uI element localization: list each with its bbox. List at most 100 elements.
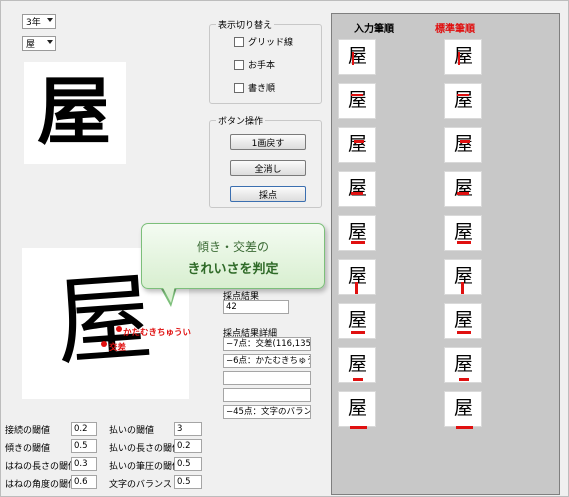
undo-stroke-button[interactable]: 1画戻す [230,134,306,150]
thumb-kanji: 屋 [454,45,474,67]
threshold-label: 払いの閾値 [109,426,155,436]
standard-stroke-thumb: 屋 [444,215,482,251]
score-detail-line[interactable]: −45点：文字のバランス(−1 [223,405,311,419]
kanji-select-value: 屋 [26,40,36,50]
threshold-label: 接続の閾値 [5,426,51,436]
button-ops-group: ボタン操作 1画戻す 全消し 採点 [209,114,322,208]
current-stroke-highlight [460,140,470,143]
standard-stroke-thumb: 屋 [444,127,482,163]
checkbox-label: お手本 [248,61,276,71]
input-stroke-thumb: 屋 [338,39,376,75]
thumb-kanji: 屋 [454,177,474,199]
thumb-kanji: 屋 [348,45,368,67]
checkbox-label: グリッド線 [248,38,294,48]
display-toggle-title: 表示切り替え [216,18,275,31]
thumb-kanji: 屋 [348,353,368,375]
standard-stroke-thumb: 屋 [444,171,482,207]
threshold-field[interactable]: 0.2 [174,439,202,453]
threshold-field[interactable]: 0.5 [174,475,202,489]
standard-stroke-thumb: 屋 [444,347,482,383]
thumb-kanji: 屋 [454,221,474,243]
grid-lines-checkbox[interactable]: グリッド線 [234,35,293,48]
input-stroke-thumb: 屋 [338,259,376,295]
checkbox-box[interactable] [234,36,244,47]
current-stroke-highlight [351,94,363,96]
standard-stroke-thumb: 屋 [444,259,482,295]
model-checkbox[interactable]: お手本 [234,58,275,71]
current-stroke-highlight [354,140,364,143]
current-stroke-highlight [457,94,469,96]
checkbox-label: 書き順 [248,84,276,94]
current-stroke-highlight [352,52,354,65]
threshold-field[interactable]: 0.5 [71,439,97,453]
thumb-kanji: 屋 [454,133,474,155]
callout-line-2: きれいさを判定 [187,262,279,277]
thumb-kanji: 屋 [454,309,474,331]
thumb-kanji: 屋 [348,309,368,331]
threshold-label: 払いの長さの閾値 [109,444,182,454]
current-stroke-highlight [351,331,365,334]
input-stroke-thumb: 屋 [338,347,376,383]
thumb-kanji: 屋 [348,133,368,155]
model-kanji-box: 屋 [24,62,126,164]
score-detail-line[interactable]: −6点：かたむきちゅうい(14 [223,354,311,368]
thumb-kanji: 屋 [348,221,368,243]
input-stroke-thumb: 屋 [338,391,376,429]
current-stroke-highlight [350,426,367,429]
input-stroke-thumb: 屋 [338,171,376,207]
score-detail-line[interactable]: −7点：交差(116,135) [223,337,311,351]
chevron-down-icon [47,40,53,44]
error-marker [116,326,122,332]
checkbox-box[interactable] [234,82,244,93]
standard-stroke-thumb: 屋 [444,391,482,429]
thumb-kanji: 屋 [348,177,368,199]
current-stroke-highlight [461,282,464,294]
clear-all-button[interactable]: 全消し [230,160,306,176]
current-stroke-highlight [355,282,358,294]
kanji-select[interactable]: 屋 [22,36,56,51]
score-detail-line[interactable] [223,371,311,385]
score-field[interactable]: 42 [223,300,289,314]
callout-line-1: 傾き・交差の [196,240,269,254]
grade-select[interactable]: 3年 [22,14,56,29]
threshold-field[interactable]: 0.6 [71,475,97,489]
checkbox-box[interactable] [234,59,244,70]
threshold-field[interactable]: 0.3 [71,457,97,471]
stroke-order-checkbox[interactable]: 書き順 [234,81,275,94]
input-order-heading: 入力筆順 [354,24,394,35]
current-stroke-highlight [351,241,365,244]
grade-select-value: 3年 [26,18,41,28]
current-stroke-highlight [457,241,471,244]
standard-stroke-thumb: 屋 [444,83,482,119]
score-button[interactable]: 採点 [230,186,306,202]
tilt-warning-label: かたむきちゅうい [123,328,192,338]
callout-tail-fill [162,286,175,303]
current-stroke-highlight [458,52,460,65]
current-stroke-highlight [457,192,469,195]
thumb-kanji: 屋 [454,397,474,419]
current-stroke-highlight [459,378,469,381]
input-stroke-thumb: 屋 [338,215,376,251]
threshold-label: はねの長さの閾値 [5,462,78,472]
threshold-label: はねの角度の閾値 [5,480,78,490]
thumb-kanji: 屋 [348,397,368,419]
app-window: 3年 屋 屋 表示切り替え グリッド線 お手本 書き順 ボタン操作 1画戻す 全… [0,0,569,497]
handwritten-kanji: 屋 [52,260,156,380]
display-toggle-group: 表示切り替え グリッド線 お手本 書き順 [209,18,322,104]
standard-stroke-thumb: 屋 [444,39,482,75]
crossing-warning-label: 交差 [109,343,127,353]
input-stroke-thumb: 屋 [338,303,376,339]
current-stroke-highlight [456,426,473,429]
error-marker [101,341,107,347]
stroke-order-panel: 入力筆順 標準筆順 屋屋屋屋屋屋屋屋屋屋屋屋屋屋屋屋屋屋 [331,13,560,495]
threshold-field[interactable]: 3 [174,422,202,436]
thumb-kanji: 屋 [454,353,474,375]
score-detail-line[interactable] [223,388,311,402]
model-kanji: 屋 [37,69,111,155]
standard-stroke-thumb: 屋 [444,303,482,339]
threshold-field[interactable]: 0.5 [174,457,202,471]
threshold-field[interactable]: 0.2 [71,422,97,436]
threshold-label: 文字のバランス [109,480,172,490]
button-ops-title: ボタン操作 [216,114,266,127]
current-stroke-highlight [353,378,363,381]
